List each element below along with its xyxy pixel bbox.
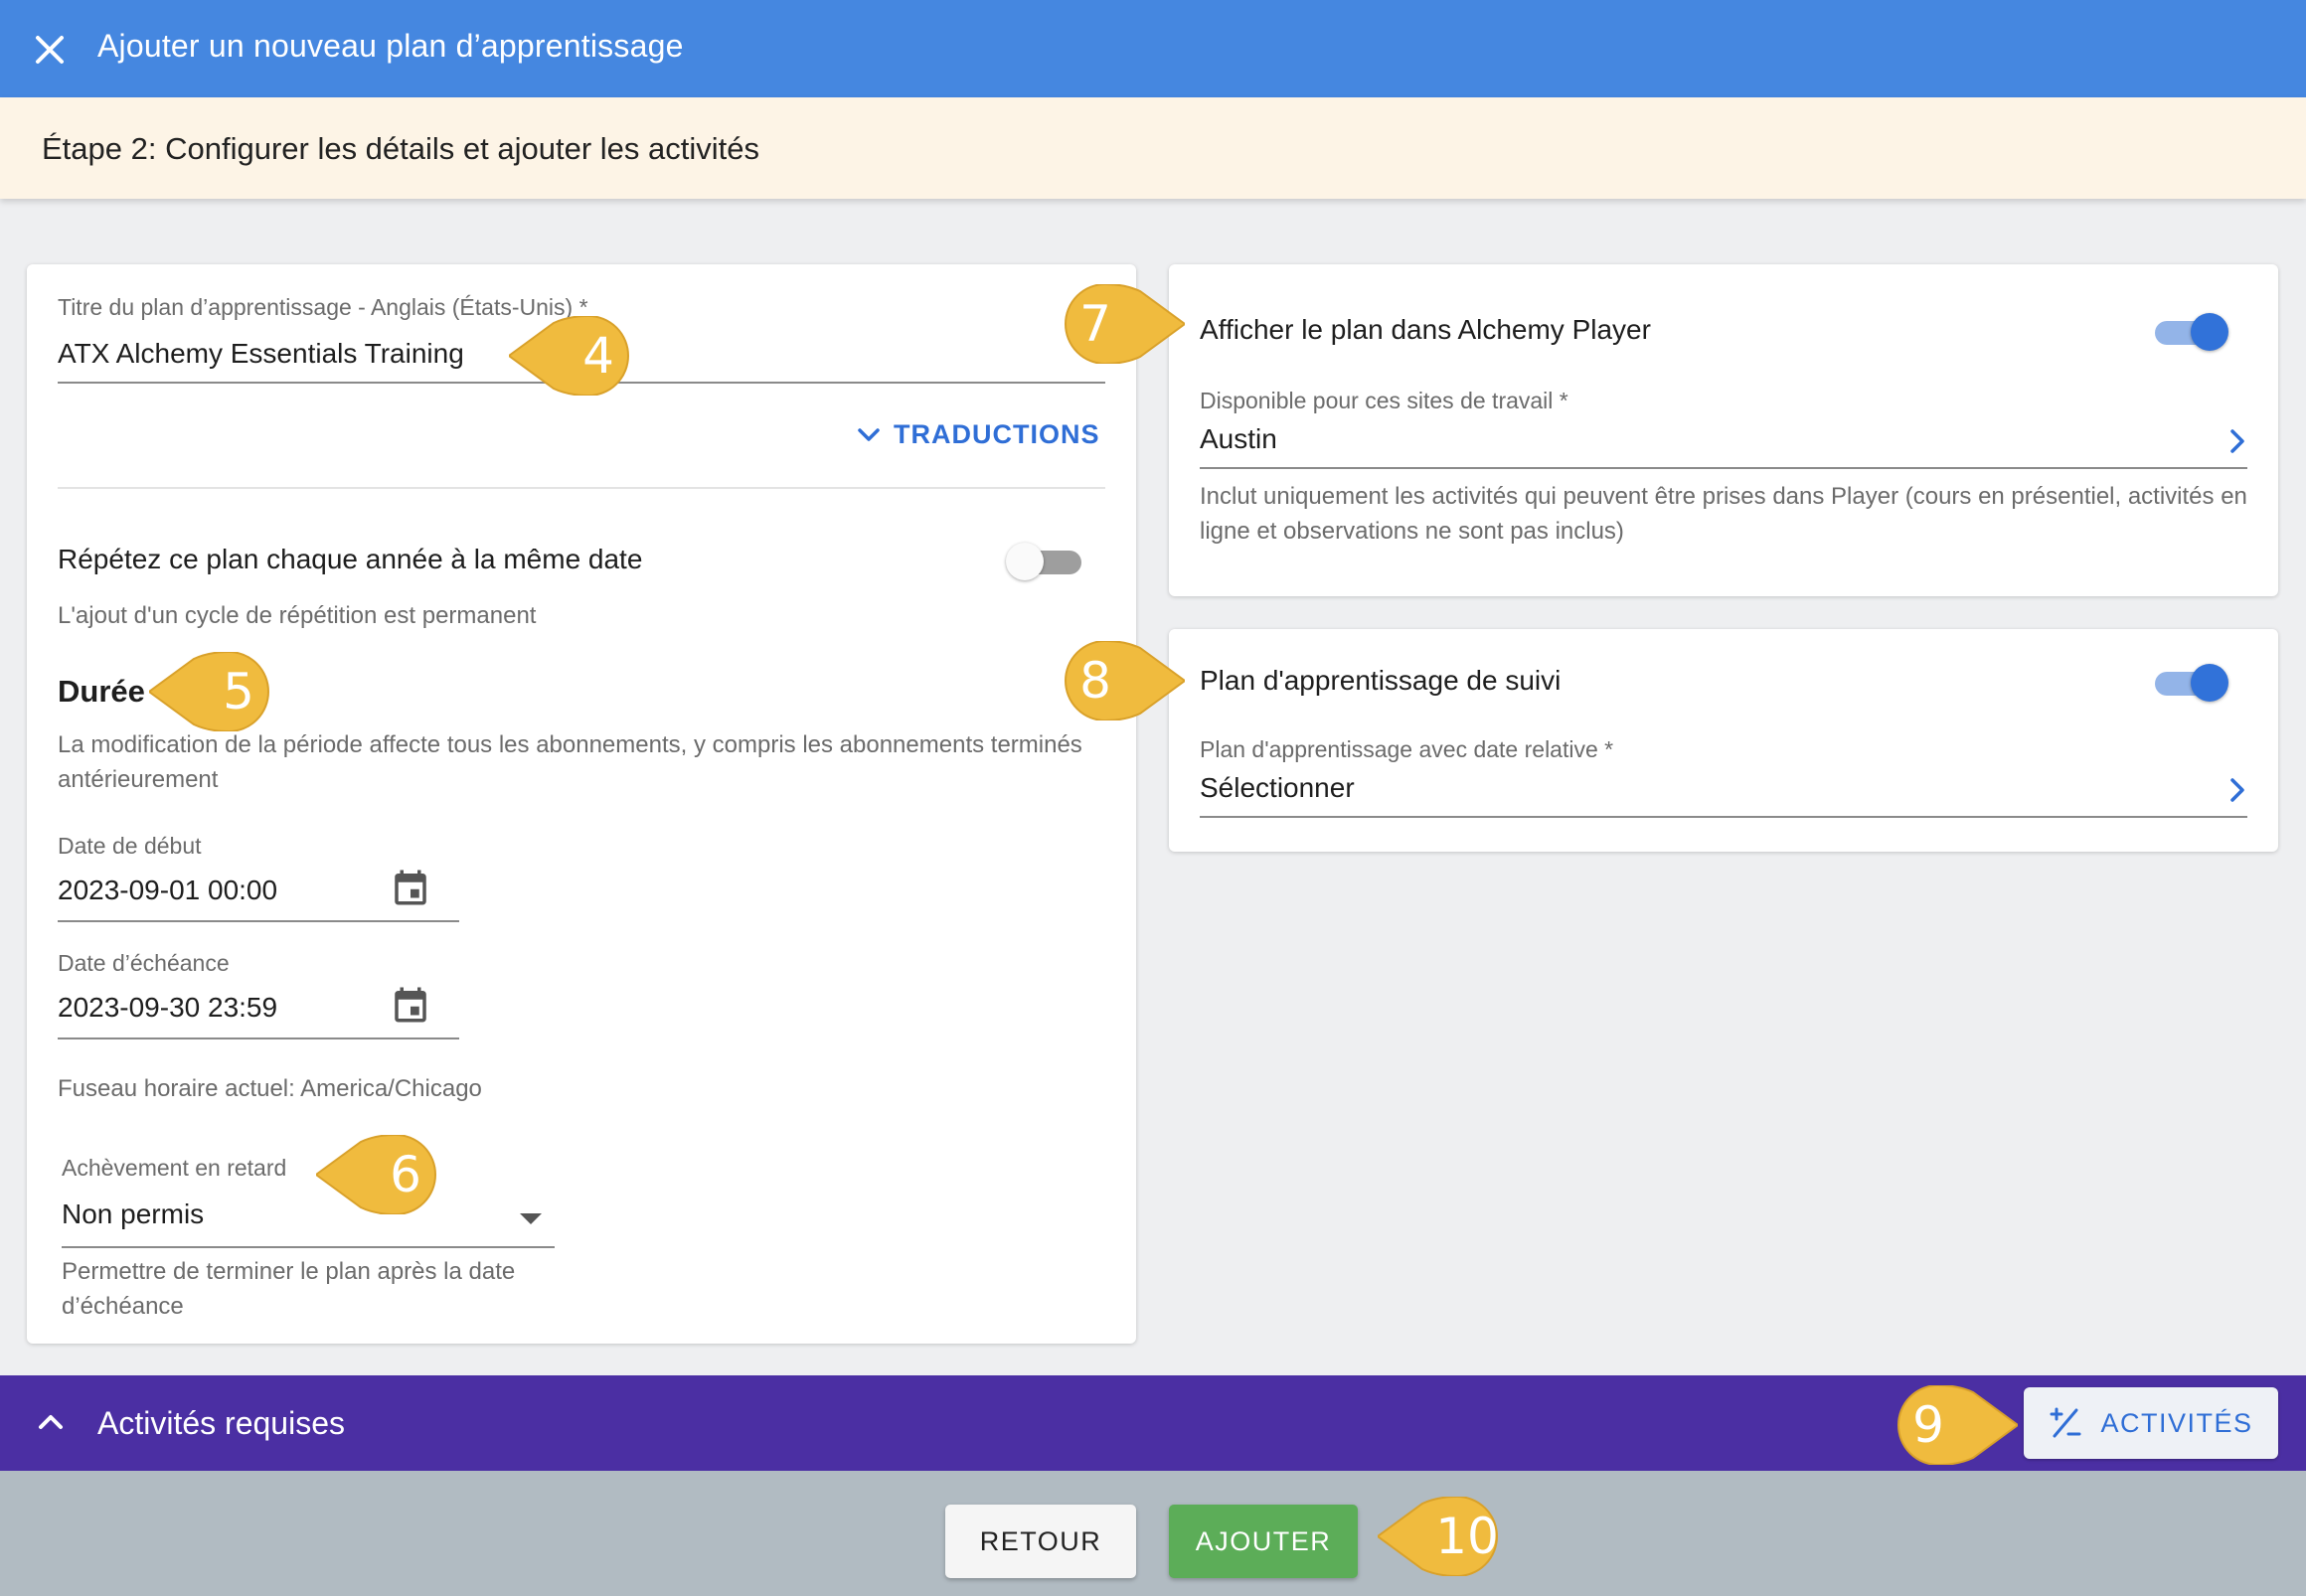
sites-underline <box>1200 467 2247 469</box>
duration-helper: La modification de la période affecte to… <box>58 731 1082 793</box>
followup-title: Plan d'apprentissage de suivi <box>1200 665 1562 696</box>
chevron-up-icon[interactable] <box>34 1405 68 1439</box>
add-activities-button[interactable]: ACTIVITÉS <box>2024 1387 2278 1459</box>
sites-select[interactable]: Austin <box>1200 423 1277 455</box>
repeat-helper: L'ajout d'un cycle de répétition est per… <box>58 602 537 629</box>
timezone-text: Fuseau horaire actuel: America/Chicago <box>58 1075 482 1102</box>
due-date-input[interactable]: 2023-09-30 23:59 <box>58 992 277 1024</box>
chevron-down-icon <box>858 427 880 441</box>
step-title: Étape 2: Configurer les détails et ajout… <box>42 131 759 166</box>
dialog-title: Ajouter un nouveau plan d’apprentissage <box>97 28 684 64</box>
close-icon[interactable] <box>30 30 70 70</box>
add-activities-label: ACTIVITÉS <box>2100 1407 2253 1438</box>
start-date-label: Date de début <box>58 833 202 859</box>
followup-toggle[interactable] <box>2151 661 2228 703</box>
toggle-knob <box>2191 664 2228 702</box>
repeat-label: Répétez ce plan chaque année à la même d… <box>58 544 643 574</box>
details-card: Titre du plan d’apprentissage - Anglais … <box>27 264 1136 1344</box>
plus-minus-icon <box>2050 1407 2081 1438</box>
dialog-footer: RETOUR AJOUTER <box>0 1471 2306 1596</box>
start-date-underline <box>58 920 459 922</box>
repeat-toggle[interactable] <box>1006 540 1083 581</box>
calendar-icon[interactable] <box>390 867 431 908</box>
sites-label: Disponible pour ces sites de travail * <box>1200 388 1568 413</box>
player-toggle[interactable] <box>2151 310 2228 352</box>
due-date-underline <box>58 1037 459 1039</box>
start-date-input[interactable]: 2023-09-01 00:00 <box>58 875 277 906</box>
player-helper: Inclut uniquement les activités qui peuv… <box>1200 483 2247 545</box>
chevron-right-icon[interactable] <box>2223 426 2252 456</box>
title-field-input[interactable]: ATX Alchemy Essentials Training <box>58 338 464 370</box>
required-activities-bar: Activités requises ACTIVITÉS <box>0 1375 2306 1471</box>
player-card: Afficher le plan dans Alchemy Player Dis… <box>1169 264 2278 596</box>
add-button[interactable]: AJOUTER <box>1169 1505 1358 1578</box>
player-title: Afficher le plan dans Alchemy Player <box>1200 314 1651 345</box>
relative-plan-select[interactable]: Sélectionner <box>1200 772 1355 804</box>
toggle-knob <box>1006 543 1044 580</box>
relative-plan-label: Plan d'apprentissage avec date relative … <box>1200 736 1614 762</box>
dialog-header: Ajouter un nouveau plan d’apprentissage <box>0 0 2306 97</box>
title-field-label: Titre du plan d’apprentissage - Anglais … <box>58 294 588 320</box>
due-date-label: Date d’échéance <box>58 950 230 976</box>
followup-card: Plan d'apprentissage de suivi Plan d'app… <box>1169 629 2278 852</box>
step-banner: Étape 2: Configurer les détails et ajout… <box>0 97 2306 199</box>
section-divider <box>58 487 1105 489</box>
relative-plan-underline <box>1200 816 2247 818</box>
late-completion-select[interactable]: Non permis <box>62 1198 204 1230</box>
late-completion-label: Achèvement en retard <box>62 1155 287 1181</box>
back-button[interactable]: RETOUR <box>945 1505 1136 1578</box>
title-field-underline <box>58 382 1105 384</box>
calendar-icon[interactable] <box>390 984 431 1026</box>
translations-label: TRADUCTIONS <box>894 419 1100 449</box>
app-window: Ajouter un nouveau plan d’apprentissage … <box>0 0 2306 1596</box>
late-completion-helper: Permettre de terminer le plan après la d… <box>62 1258 516 1320</box>
translations-toggle-button[interactable]: TRADUCTIONS <box>856 419 1100 450</box>
toggle-knob <box>2191 313 2228 351</box>
chevron-right-icon[interactable] <box>2223 775 2252 805</box>
duration-heading: Durée <box>58 674 145 709</box>
late-completion-underline <box>62 1246 555 1248</box>
dropdown-arrow-icon[interactable] <box>520 1213 542 1224</box>
required-activities-title: Activités requises <box>97 1405 345 1441</box>
